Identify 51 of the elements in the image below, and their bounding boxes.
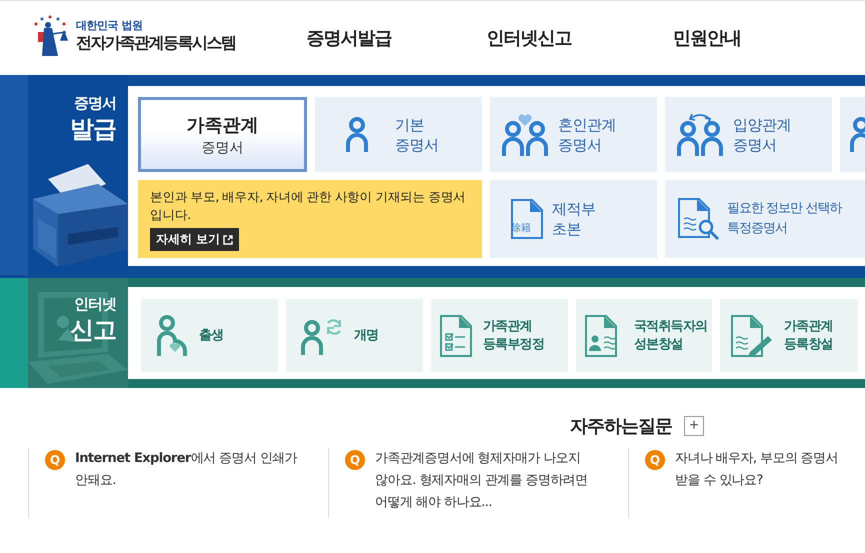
faq-link[interactable]: Internet Explorer에서 증명서 인쇄가 안돼요. bbox=[75, 448, 314, 492]
report-card[interactable]: 개명 bbox=[286, 299, 423, 372]
card-label: 가족관계 등록창설 bbox=[784, 318, 833, 354]
person-heart-icon bbox=[155, 314, 189, 358]
certificate-card[interactable]: 혼인관계 증명서 bbox=[490, 97, 657, 172]
nav-link[interactable]: 인터넷신고 bbox=[439, 26, 619, 50]
tooltip-text: 본인과 부모, 배우자, 자녀에 관한 사항이 기재되는 증명서입니다. bbox=[150, 188, 467, 224]
couple-heart-icon bbox=[500, 112, 550, 158]
person-icon bbox=[345, 116, 369, 154]
site-title[interactable]: 전자가족관계등록시스템 bbox=[76, 33, 236, 54]
certificate-card[interactable]: 가족관계 증명서 bbox=[138, 97, 307, 172]
card-label: 국적취득자의 성본창설 bbox=[634, 318, 708, 354]
card-label: 제적부 초본 bbox=[552, 199, 596, 239]
person-icon bbox=[848, 116, 865, 154]
certificate-card[interactable]: 필요한 정보만 선택하 특정증명서 bbox=[665, 180, 865, 258]
pen-document-icon bbox=[730, 314, 774, 358]
card-label: 가족관계 bbox=[186, 114, 258, 136]
checklist-document-icon bbox=[439, 314, 473, 358]
report-card[interactable]: 가족관계 등록창설 bbox=[720, 299, 858, 372]
card-label: 입양관계 증명서 bbox=[733, 114, 791, 154]
card-label: 기본 증명서 bbox=[395, 114, 438, 154]
card-label: 증명서 bbox=[202, 138, 244, 156]
question-badge: Q bbox=[645, 450, 665, 470]
certificate-card[interactable]: 입양관계 증명서 bbox=[665, 97, 832, 172]
section-heading: 신고 bbox=[69, 315, 116, 346]
faq-link[interactable]: 가족관계증명서에 형제자매가 나오지 않아요. 형제자매의 관계를 증명하려면 어떻게 해야 하나요... bbox=[375, 448, 614, 514]
document-search-icon bbox=[677, 197, 721, 241]
question-badge: Q bbox=[345, 450, 365, 470]
section-label: 인터넷 bbox=[73, 294, 116, 314]
report-card[interactable]: 국적취득자의 성본창설 bbox=[576, 299, 712, 372]
question-badge: Q bbox=[45, 450, 65, 470]
couple-arrows-icon bbox=[675, 112, 725, 158]
card-label: 출생 bbox=[199, 326, 224, 344]
card-label: 혼인관계 증명서 bbox=[558, 114, 616, 154]
organization-name: 대한민국 법원 bbox=[76, 18, 144, 33]
details-button[interactable]: 자세히 보기 bbox=[150, 228, 240, 251]
card-label: 개명 bbox=[354, 326, 378, 344]
certificate-card[interactable]: 기본 증명서 bbox=[315, 97, 482, 172]
card-label: 가족관계 등록부정정 bbox=[483, 318, 544, 354]
section-heading: 발급 bbox=[69, 114, 116, 145]
section-title: 자주하는질문 bbox=[570, 415, 672, 438]
nav-link[interactable]: 민원안내 bbox=[619, 26, 795, 50]
nav-link[interactable]: 증명서발급 bbox=[259, 26, 439, 50]
faq-link[interactable]: 자녀나 배우자, 부모의 증명서 받을 수 있나요? bbox=[675, 448, 865, 492]
more-button[interactable]: + bbox=[684, 416, 704, 436]
report-card[interactable]: 출생 bbox=[141, 299, 278, 372]
external-link-icon bbox=[223, 234, 234, 244]
section-label: 증명서 bbox=[73, 93, 116, 113]
card-label: 필요한 정보만 선택하 특정증명서 bbox=[727, 200, 842, 238]
report-card[interactable]: 가족관계 등록부정정 bbox=[431, 299, 568, 372]
certificate-card[interactable] bbox=[840, 97, 865, 172]
